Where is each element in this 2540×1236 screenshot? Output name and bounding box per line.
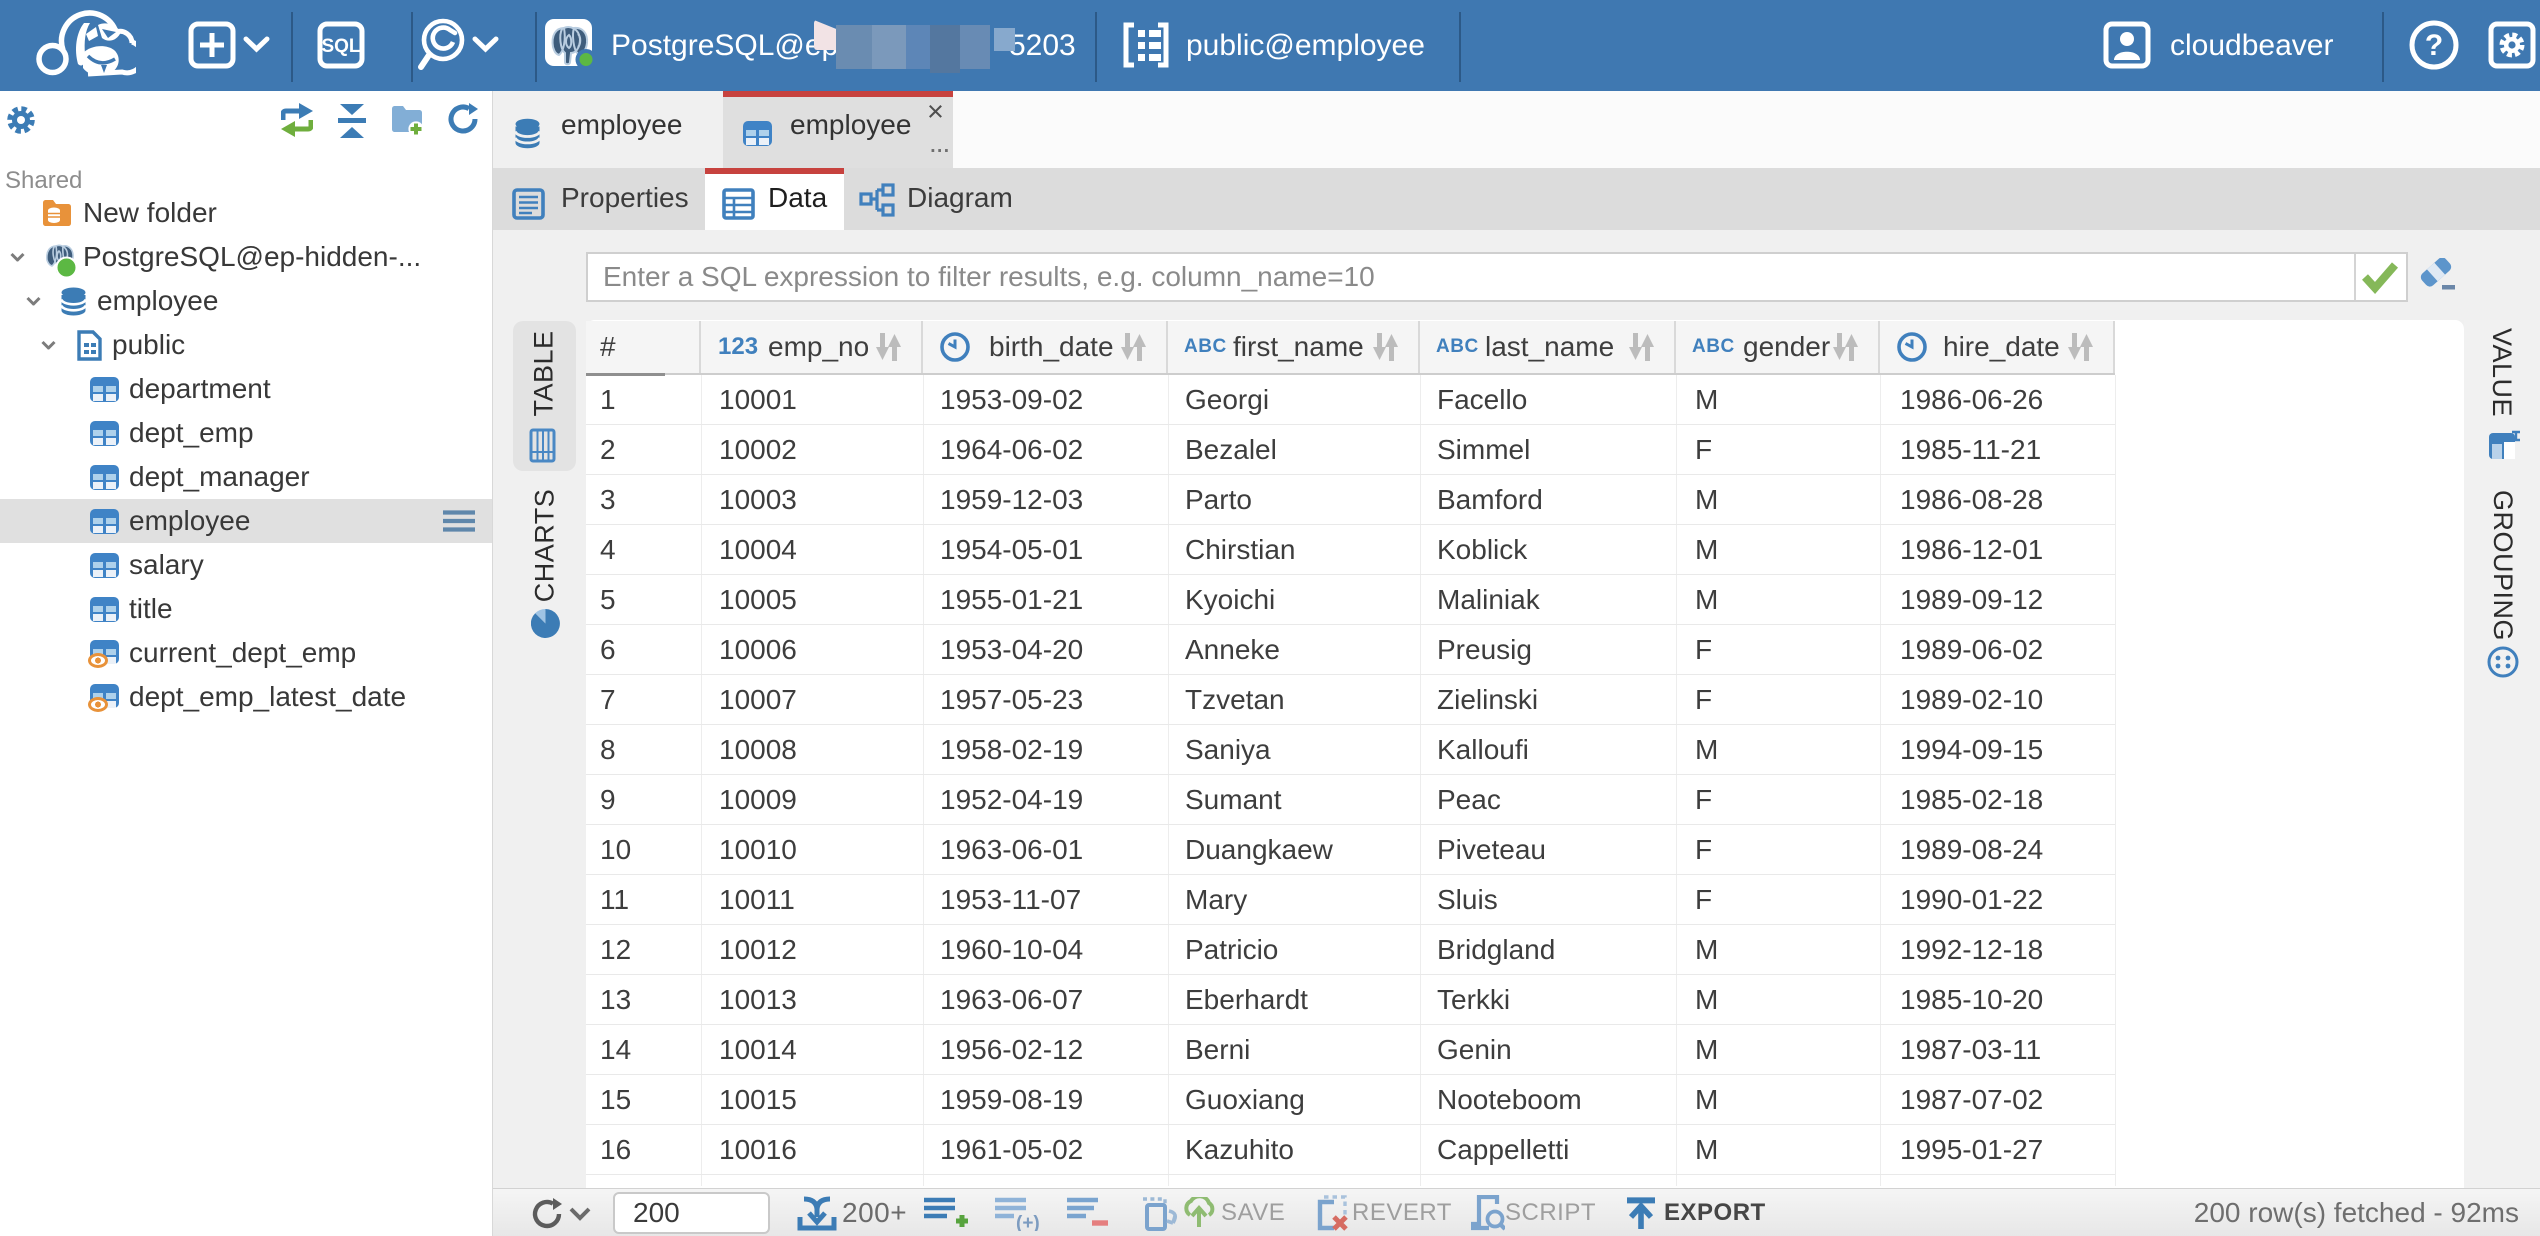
- svg-text:(+): (+): [1016, 1213, 1040, 1231]
- svg-text:SQL: SQL: [321, 36, 360, 57]
- svg-text:?: ?: [2425, 29, 2443, 62]
